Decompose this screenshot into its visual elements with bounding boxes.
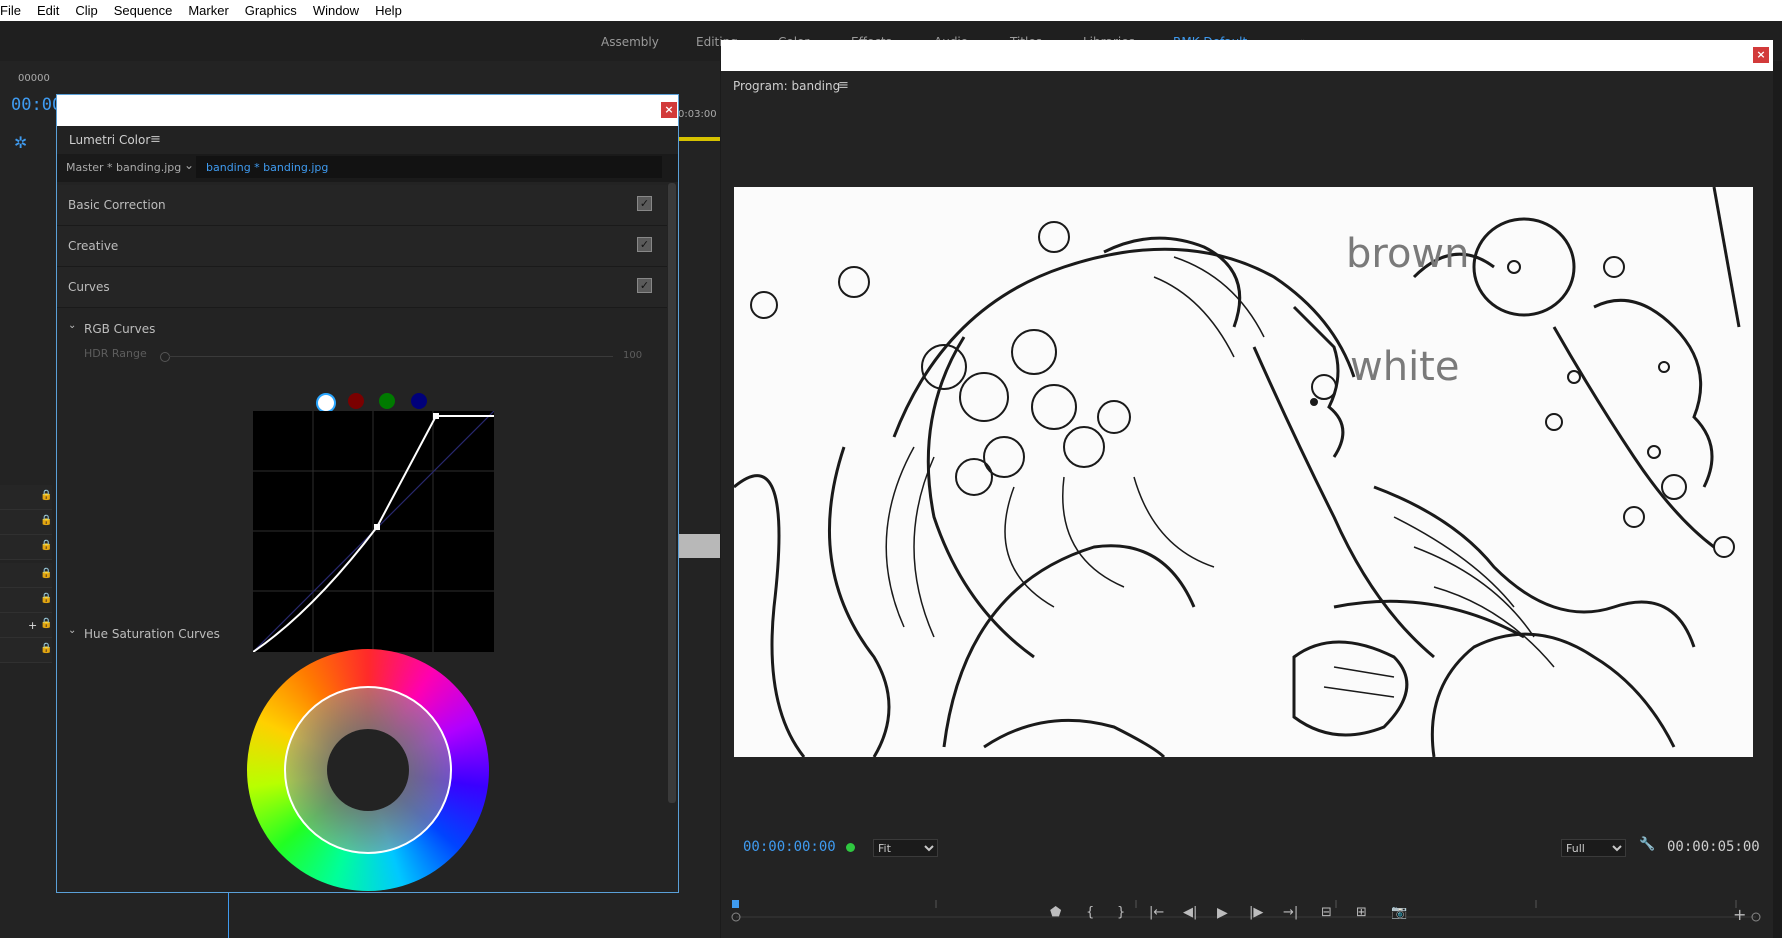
menu-edit[interactable]: Edit — [29, 3, 67, 18]
button-editor-add-icon[interactable]: + — [1733, 905, 1746, 924]
add-marker-icon[interactable]: ⬟ — [1050, 905, 1061, 920]
program-title[interactable]: Program: banding — [733, 79, 840, 93]
lumetri-tab-title[interactable]: Lumetri Color — [69, 133, 150, 147]
play-icon[interactable]: ▶ — [1217, 905, 1228, 921]
lumetri-color-window: × Lumetri Color ≡ Master * banding.jpg ⌄… — [56, 94, 679, 893]
extract-icon[interactable]: ⊞ — [1356, 905, 1367, 920]
lumetri-tab-row: Lumetri Color ≡ — [57, 126, 678, 154]
timeline-ruler-mark: 0:03:00 — [678, 109, 717, 120]
sequence-code: 00000 — [18, 73, 50, 84]
export-frame-icon[interactable]: 📷 — [1391, 905, 1407, 920]
overlay-text-white: white — [1350, 344, 1460, 390]
menu-graphics[interactable]: Graphics — [237, 3, 305, 18]
lock-icon[interactable]: 🔒 — [40, 568, 52, 579]
go-to-out-icon[interactable]: →| — [1283, 905, 1298, 920]
menu-clip[interactable]: Clip — [67, 3, 105, 18]
timeline-clip[interactable] — [678, 534, 720, 558]
track-header[interactable]: 🔒 — [0, 485, 52, 510]
wheel-center-hole — [327, 729, 409, 811]
hdr-range-value: 100 — [623, 350, 643, 361]
program-monitor-window: × Program: banding ≡ brown white 00:00:0… — [721, 40, 1773, 938]
menu-sequence[interactable]: Sequence — [106, 3, 181, 18]
rgb-curve-graph[interactable] — [253, 411, 494, 652]
program-menu-icon[interactable]: ≡ — [838, 78, 849, 93]
lock-icon[interactable]: 🔒 — [40, 540, 52, 551]
active-clip-field[interactable]: banding * banding.jpg — [196, 156, 662, 178]
wrench-icon[interactable]: 🔧 — [1639, 837, 1655, 852]
work-area-bar[interactable] — [678, 137, 720, 141]
lumetri-titlebar[interactable]: × — [57, 95, 678, 126]
lock-icon[interactable]: 🔒 — [40, 490, 52, 501]
lumetri-menu-icon[interactable]: ≡ — [150, 132, 161, 147]
hdr-range-slider-handle[interactable] — [160, 352, 170, 362]
menu-window[interactable]: Window — [305, 3, 367, 18]
channel-dot-blue[interactable] — [411, 393, 427, 409]
track-header[interactable]: 🔒 — [0, 638, 52, 663]
basic-correction-checkbox[interactable]: ✓ — [637, 196, 652, 211]
section-basic-correction[interactable]: Basic Correction ✓ — [57, 185, 667, 226]
lock-icon[interactable]: 🔒 — [40, 618, 52, 629]
program-viewer-frame[interactable]: brown white — [734, 187, 1753, 757]
lock-icon[interactable]: 🔒 — [40, 515, 52, 526]
curves-checkbox[interactable]: ✓ — [637, 278, 652, 293]
track-header[interactable]: 🔒 — [0, 510, 52, 535]
mermaid-line-art-image — [734, 187, 1753, 757]
lumetri-scrollbar[interactable] — [668, 183, 676, 803]
playback-resolution-select[interactable]: Full — [1561, 839, 1626, 857]
lift-icon[interactable]: ⊟ — [1321, 905, 1332, 920]
rgb-curves-label[interactable]: RGB Curves — [84, 322, 155, 336]
timeline-timecode[interactable]: 00:00 — [11, 95, 62, 115]
clip-dropdown-chevron-icon[interactable]: ⌄ — [184, 158, 194, 172]
program-duration-timecode: 00:00:05:00 — [1667, 839, 1760, 855]
section-label: Creative — [68, 239, 119, 253]
program-current-timecode[interactable]: 00:00:00:00 — [743, 839, 836, 855]
zoom-level-select[interactable]: Fit — [873, 839, 938, 857]
channel-dot-green[interactable] — [379, 393, 395, 409]
section-creative[interactable]: Creative ✓ — [57, 226, 667, 267]
track-header[interactable]: 🔒 + — [0, 613, 52, 638]
track-header[interactable]: 🔒 — [0, 563, 52, 588]
lock-icon[interactable]: 🔒 — [40, 643, 52, 654]
rgb-curves-expand-icon[interactable]: ⌄ — [68, 320, 76, 331]
status-indicator-icon — [846, 843, 855, 852]
hue-sat-curves-label[interactable]: Hue Saturation Curves — [84, 627, 220, 641]
lumetri-close-button[interactable]: × — [661, 102, 677, 118]
section-label: Basic Correction — [68, 198, 166, 212]
section-label: Curves — [68, 280, 110, 294]
hdr-range-label: HDR Range — [84, 347, 147, 360]
menu-marker[interactable]: Marker — [180, 3, 236, 18]
snap-icon[interactable]: ✲ — [14, 133, 27, 152]
hue-saturation-wheel[interactable] — [247, 649, 489, 891]
master-clip-label[interactable]: Master * banding.jpg — [66, 161, 181, 174]
add-track-icon[interactable]: + — [28, 619, 37, 632]
overlay-text-brown: brown — [1346, 231, 1470, 277]
creative-checkbox[interactable]: ✓ — [637, 237, 652, 252]
menu-bar: File Edit Clip Sequence Marker Graphics … — [0, 0, 1782, 21]
channel-dot-red[interactable] — [348, 393, 364, 409]
step-forward-icon[interactable]: |▶ — [1249, 905, 1263, 920]
playhead-line[interactable] — [228, 891, 229, 938]
mark-out-icon[interactable]: } — [1117, 905, 1125, 920]
channel-dot-white[interactable] — [316, 393, 336, 413]
program-scrubber[interactable] — [731, 900, 1761, 930]
section-curves[interactable]: Curves ✓ — [57, 267, 667, 308]
track-header[interactable]: 🔒 — [0, 535, 52, 560]
step-back-icon[interactable]: ◀| — [1183, 905, 1197, 920]
menu-file[interactable]: File — [0, 3, 29, 18]
program-close-button[interactable]: × — [1753, 47, 1769, 63]
hdr-range-slider-track[interactable] — [169, 356, 613, 357]
mark-in-icon[interactable]: { — [1086, 905, 1094, 920]
lock-icon[interactable]: 🔒 — [40, 593, 52, 604]
program-titlebar[interactable]: × — [721, 40, 1773, 71]
go-to-in-icon[interactable]: |← — [1149, 905, 1164, 920]
program-header: Program: banding ≡ — [721, 71, 1773, 103]
hue-sat-expand-icon[interactable]: ⌄ — [68, 625, 76, 636]
active-clip-label[interactable]: banding * banding.jpg — [206, 161, 328, 174]
clip-selector-row: Master * banding.jpg ⌄ banding * banding… — [57, 154, 678, 182]
workspace-assembly[interactable]: Assembly — [601, 35, 659, 49]
menu-help[interactable]: Help — [367, 3, 410, 18]
track-header[interactable]: 🔒 — [0, 588, 52, 613]
